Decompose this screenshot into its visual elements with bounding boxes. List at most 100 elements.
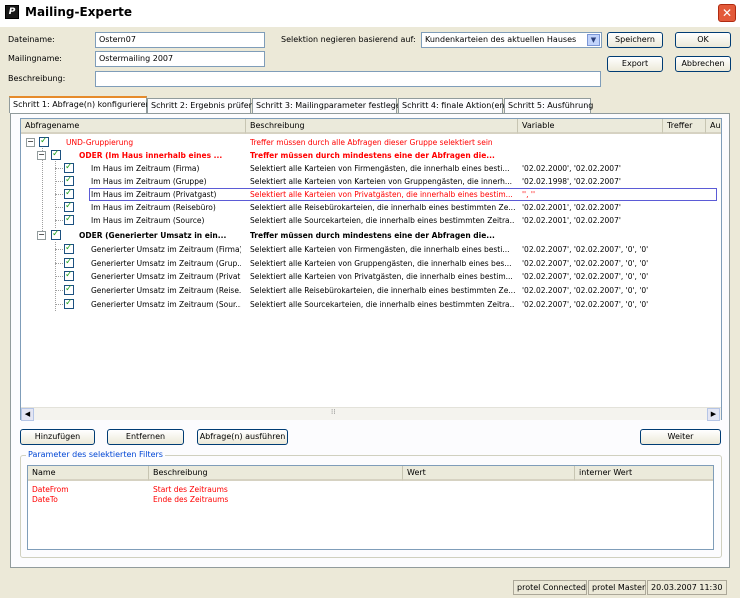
collapse-icon[interactable]: − [26,138,35,147]
hinzufuegen-button[interactable]: Hinzufügen [20,429,95,445]
checkbox-checked-icon[interactable] [64,242,74,255]
tree-row[interactable]: Generierter Umsatz im Zeitraum (Firma) S… [21,242,721,256]
row-name: Im Haus im Zeitraum (Gruppe) [91,177,207,186]
tree-row[interactable]: Im Haus im Zeitraum (Firma) Selektiert a… [21,161,721,175]
abbrechen-button[interactable]: Abbrechen [675,56,731,72]
param-col-name[interactable]: Name [28,466,149,481]
row-var: '02.02.2000', '02.02.2007' [522,164,621,173]
tree-row[interactable]: Generierter Umsatz im Zeitraum (Privat) … [21,269,721,283]
row-name: Generierter Umsatz im Zeitraum (Privat) [91,272,241,281]
dateiname-field[interactable]: Ostern07 [95,32,265,48]
query-tree[interactable]: Abfragename Beschreibung Variable Treffe… [20,118,722,420]
tree-row[interactable]: Im Haus im Zeitraum (Gruppe) Selektiert … [21,174,721,188]
col-variable[interactable]: Variable [518,119,663,134]
status-connection: protel Connected [513,580,587,595]
tree-row[interactable]: Generierter Umsatz im Zeitraum (Reise...… [21,283,721,297]
status-bar: protel Connected protel Master 20.03.200… [0,578,740,598]
row-var: '', '' [522,190,536,199]
tree-row[interactable]: Im Haus im Zeitraum (Source) Selektiert … [21,213,721,227]
tree-hscrollbar[interactable]: ◀ ⁞⁞ ▶ [21,407,721,421]
tab-step3[interactable]: Schritt 3: Mailingparameter festlegen [252,98,406,113]
col-treffer[interactable]: Treffer [663,119,706,134]
tree-row[interactable]: Im Haus im Zeitraum (Privatgast) Selekti… [21,187,721,201]
ok-button[interactable]: OK [675,32,731,48]
tree-row[interactable]: Im Haus im Zeitraum (Reisebüro) Selektie… [21,200,721,214]
param-row[interactable]: DateTo Ende des Zeitraums [28,493,713,506]
app-icon: P [5,5,19,19]
row-var: '02.02.1998', '02.02.2007' [522,177,621,186]
window-title: Mailing-Experte [25,5,132,19]
entfernen-button[interactable]: Entfernen [107,429,184,445]
param-list[interactable]: Name Beschreibung Wert interner Wert Dat… [27,465,714,550]
row-desc: Selektiert alle Karteien von Karteien vo… [250,177,513,186]
collapse-icon[interactable]: − [37,231,46,240]
col-beschreibung[interactable]: Beschreibung [246,119,518,134]
tree-line [55,194,63,195]
selektion-value: Kundenkarteien des aktuellen Hauses [425,35,577,44]
tree-row[interactable]: Generierter Umsatz im Zeitraum (Grup... … [21,256,721,270]
tab-step2[interactable]: Schritt 2: Ergebnis prüfen [147,98,254,113]
checkbox-checked-icon[interactable] [64,200,74,213]
checkbox-checked-icon[interactable] [64,174,74,187]
tab-step4[interactable]: Schritt 4: finale Aktion(en) [398,98,508,113]
abfrage-ausfuehren-button[interactable]: Abfrage(n) ausführen [197,429,288,445]
collapse-icon[interactable]: − [37,151,46,160]
tree-line [55,276,63,277]
col-au[interactable]: Au [706,119,721,134]
checkbox-checked-icon[interactable] [39,135,49,148]
row-desc: Selektiert alle Karteien von Privatgäste… [250,190,513,199]
weiter-button[interactable]: Weiter [640,429,721,445]
selektion-dropdown[interactable]: Kundenkarteien des aktuellen Hauses ▼ [421,32,602,48]
row-name: UND-Gruppierung [66,138,134,147]
row-name: Im Haus im Zeitraum (Firma) [91,164,200,173]
row-desc: Treffer müssen durch mindestens eine der… [250,231,495,240]
checkbox-checked-icon[interactable] [64,187,74,200]
checkbox-checked-icon[interactable] [64,269,74,282]
mailingname-field[interactable]: Ostermailing 2007 [95,51,265,67]
checkbox-checked-icon[interactable] [64,161,74,174]
param-desc: Ende des Zeitraums [153,495,229,504]
param-groupbox-title: Parameter des selektierten Filters [26,450,165,459]
speichern-button[interactable]: Speichern [607,32,663,48]
row-var: '02.02.2007', '02.02.2007', '0', '0' [522,300,649,309]
tab-step5[interactable]: Schritt 5: Ausführung [504,98,593,113]
tree-row[interactable]: − ODER (Im Haus innerhalb eines ... Tref… [21,148,721,162]
chevron-down-icon[interactable]: ▼ [587,34,600,46]
selektion-label: Selektion negieren basierend auf: [281,35,416,44]
row-desc: Selektiert alle Sourcekarteien, die inne… [250,216,515,225]
checkbox-checked-icon[interactable] [51,148,61,161]
scroll-right-icon[interactable]: ▶ [707,408,720,421]
tree-line [55,304,63,305]
export-button[interactable]: Export [607,56,663,72]
dateiname-label: Dateiname: [8,35,55,44]
close-icon[interactable]: ✕ [718,4,736,22]
row-name: Generierter Umsatz im Zeitraum (Grup... [91,259,241,268]
param-col-interner-wert[interactable]: interner Wert [575,466,713,481]
tree-line [55,249,63,250]
tree-line [55,220,63,221]
param-col-wert[interactable]: Wert [403,466,575,481]
row-desc: Treffer müssen durch mindestens eine der… [250,151,495,160]
checkbox-checked-icon[interactable] [64,283,74,296]
tree-line [55,263,63,264]
checkbox-checked-icon[interactable] [64,256,74,269]
beschreibung-field[interactable] [95,71,601,87]
row-desc: Selektiert alle Reisebürokarteien, die i… [250,203,515,212]
col-abfragename[interactable]: Abfragename [21,119,246,134]
tree-row[interactable]: − UND-Gruppierung Treffer müssen durch a… [21,135,721,149]
row-var: '02.02.2007', '02.02.2007', '0', '0' [522,259,649,268]
tree-row[interactable]: − ODER (Generierter Umsatz in ein... Tre… [21,228,721,242]
checkbox-checked-icon[interactable] [51,228,61,241]
checkbox-checked-icon[interactable] [64,297,74,310]
checkbox-checked-icon[interactable] [64,213,74,226]
scroll-left-icon[interactable]: ◀ [21,408,34,421]
row-desc: Treffer müssen durch alle Abfragen diese… [250,138,493,147]
param-name: DateTo [32,495,58,504]
row-name: Im Haus im Zeitraum (Privatgast) [91,190,217,199]
tab-step1[interactable]: Schritt 1: Abfrage(n) konfigurieren [9,96,151,113]
row-desc: Selektiert alle Karteien von Firmengäste… [250,245,510,254]
tree-line [55,168,63,169]
scroll-grip[interactable]: ⁞⁞ [331,408,335,416]
tree-row[interactable]: Generierter Umsatz im Zeitraum (Sour... … [21,297,721,311]
param-col-beschreibung[interactable]: Beschreibung [149,466,403,481]
